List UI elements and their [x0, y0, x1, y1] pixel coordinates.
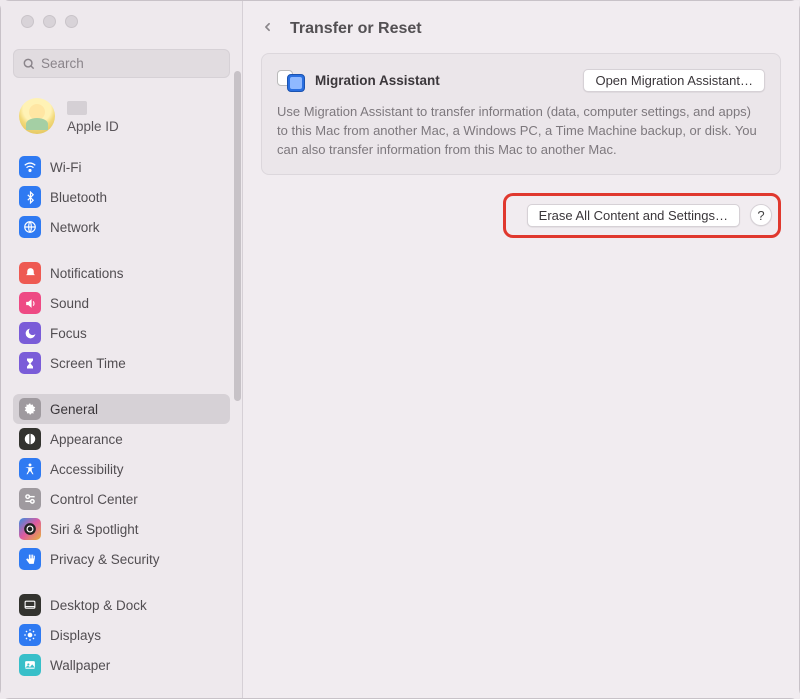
minimize-window-button[interactable] — [43, 15, 56, 28]
migration-card: Migration Assistant Open Migration Assis… — [261, 53, 781, 175]
sidebar-item-focus[interactable]: Focus — [13, 318, 230, 348]
hourglass-icon — [19, 352, 41, 374]
gear-icon — [19, 398, 41, 420]
sidebar-item-label: Appearance — [50, 432, 123, 447]
erase-all-content-label: Erase All Content and Settings… — [539, 208, 728, 223]
migration-assistant-icon — [277, 68, 305, 92]
hand-icon — [19, 548, 41, 570]
sidebar-item-accessibility[interactable]: Accessibility — [13, 454, 230, 484]
sidebar-item-wallpaper[interactable]: Wallpaper — [13, 650, 230, 680]
erase-all-content-button[interactable]: Erase All Content and Settings… — [527, 204, 740, 227]
erase-highlight-box: Erase All Content and Settings… ? — [503, 193, 781, 238]
sidebar-item-notifications[interactable]: Notifications — [13, 258, 230, 288]
sidebar-item-label: Focus — [50, 326, 87, 341]
help-button[interactable]: ? — [750, 204, 772, 226]
siri-icon — [19, 518, 41, 540]
apple-id-placeholder-icon — [67, 101, 87, 115]
back-button[interactable] — [261, 17, 274, 42]
avatar — [19, 98, 55, 134]
help-label: ? — [757, 208, 764, 223]
sidebar-item-label: Screen Time — [50, 356, 126, 371]
sidebar-item-screen-time[interactable]: Screen Time — [13, 348, 230, 378]
sidebar-item-control-center[interactable]: Control Center — [13, 484, 230, 514]
page-title: Transfer or Reset — [290, 20, 422, 38]
sidebar-list: Wi-Fi Bluetooth Network Notifications Sound F… — [1, 152, 242, 698]
migration-title: Migration Assistant — [315, 73, 440, 88]
sun-icon — [19, 624, 41, 646]
open-migration-assistant-button[interactable]: Open Migration Assistant… — [583, 69, 765, 92]
sidebar-item-label: General — [50, 402, 98, 417]
sidebar: Search Apple ID Wi-Fi Bluetooth Network Not… — [1, 1, 243, 698]
apple-id-label: Apple ID — [67, 119, 119, 134]
sidebar-item-label: Siri & Spotlight — [50, 522, 139, 537]
sidebar-item-label: Accessibility — [50, 462, 124, 477]
sidebar-item-label: Sound — [50, 296, 89, 311]
sidebar-item-label: Network — [50, 220, 100, 235]
sidebar-item-label: Bluetooth — [50, 190, 107, 205]
moon-icon — [19, 322, 41, 344]
search-placeholder: Search — [41, 56, 84, 71]
globe-icon — [19, 216, 41, 238]
window-controls — [1, 1, 242, 41]
sidebar-item-label: Notifications — [50, 266, 124, 281]
main-content: Transfer or Reset Migration Assistant Op… — [243, 1, 799, 698]
sidebar-item-sound[interactable]: Sound — [13, 288, 230, 318]
apple-id-row[interactable]: Apple ID — [1, 87, 242, 152]
accessibility-icon — [19, 458, 41, 480]
migration-description: Use Migration Assistant to transfer info… — [277, 103, 765, 160]
speaker-icon — [19, 292, 41, 314]
sidebar-item-wi-fi[interactable]: Wi-Fi — [13, 152, 230, 182]
bell-icon — [19, 262, 41, 284]
sidebar-item-network[interactable]: Network — [13, 212, 230, 242]
header: Transfer or Reset — [261, 1, 781, 53]
dock-icon — [19, 594, 41, 616]
sidebar-item-appearance[interactable]: Appearance — [13, 424, 230, 454]
wallpaper-icon — [19, 654, 41, 676]
search-input[interactable]: Search — [13, 49, 230, 78]
sidebar-item-bluetooth[interactable]: Bluetooth — [13, 182, 230, 212]
sidebar-item-label: Displays — [50, 628, 101, 643]
sidebar-item-label: Privacy & Security — [50, 552, 160, 567]
bluetooth-icon — [19, 186, 41, 208]
sidebar-item-general[interactable]: General — [13, 394, 230, 424]
sidebar-item-label: Control Center — [50, 492, 138, 507]
sidebar-item-label: Wi-Fi — [50, 160, 81, 175]
close-window-button[interactable] — [21, 15, 34, 28]
scrollbar[interactable] — [234, 71, 241, 401]
sidebar-item-privacy-security[interactable]: Privacy & Security — [13, 544, 230, 574]
sidebar-item-siri-spotlight[interactable]: Siri & Spotlight — [13, 514, 230, 544]
sidebar-item-desktop-dock[interactable]: Desktop & Dock — [13, 590, 230, 620]
search-icon — [22, 57, 36, 71]
sidebar-item-label: Wallpaper — [50, 658, 110, 673]
zoom-window-button[interactable] — [65, 15, 78, 28]
sidebar-item-label: Desktop & Dock — [50, 598, 147, 613]
open-migration-assistant-label: Open Migration Assistant… — [595, 73, 753, 88]
appearance-icon — [19, 428, 41, 450]
sidebar-item-displays[interactable]: Displays — [13, 620, 230, 650]
switches-icon — [19, 488, 41, 510]
wifi-icon — [19, 156, 41, 178]
